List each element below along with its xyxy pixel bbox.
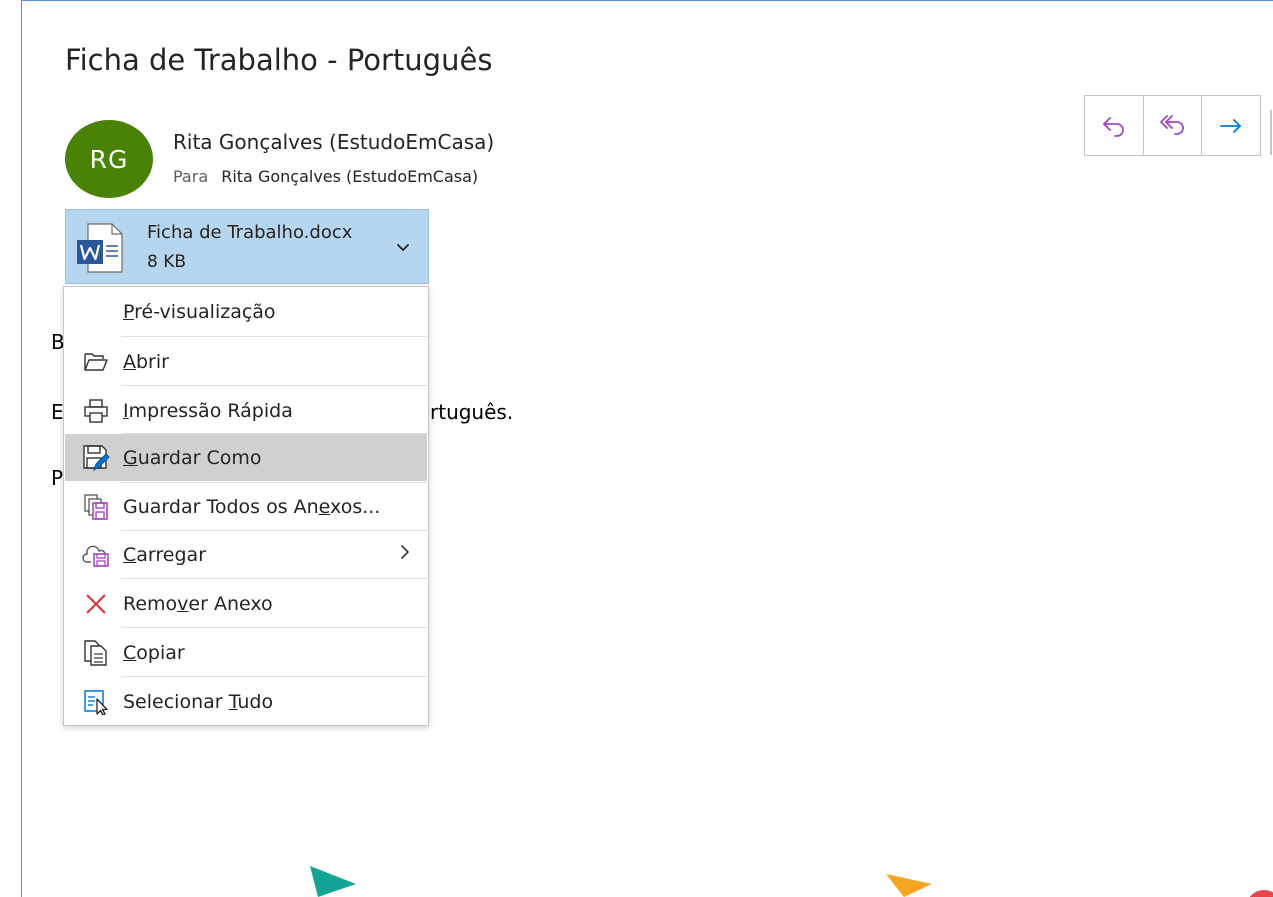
forward-button[interactable] [1202,96,1260,155]
menu-label-select-all: Selecionar Tudo [123,690,274,713]
attachment-size: 8 KB [147,252,187,272]
to-label: Para [173,167,209,186]
chevron-down-icon [397,244,409,251]
menu-item-save-all[interactable]: Guardar Todos os Anexos... [65,483,427,530]
menu-separator [121,627,427,628]
avatar-initials: RG [89,144,129,174]
attachment-context-menu: Pré-visualização Abrir Impressão Rápida [63,286,429,726]
menu-separator [121,336,427,337]
menu-separator [121,385,427,386]
menu-item-remove-attachment[interactable]: Remover Anexo [65,580,427,627]
menu-item-select-all[interactable]: Selecionar Tudo [65,678,427,725]
reply-all-button[interactable] [1144,96,1203,155]
body-line-2-end: rtuguês. [430,400,514,424]
printer-icon [82,397,110,425]
copy-icon [82,639,110,667]
message-actions [1084,95,1261,156]
reply-all-icon [1159,114,1184,135]
attachment-menu-button[interactable] [388,236,418,260]
menu-separator [121,676,427,677]
save-all-icon [82,493,110,521]
word-document-icon [76,222,126,278]
menu-item-save-as[interactable]: Guardar Como [65,434,427,481]
decorative-orange-triangle [886,874,932,897]
forward-icon [1220,118,1242,133]
menu-item-upload[interactable]: Carregar [65,531,427,578]
email-subject: Ficha de Trabalho - Português [65,43,493,77]
menu-label-copy: Copiar [123,641,185,664]
chevron-right-icon [399,543,411,566]
menu-label-preview: Pré-visualização [123,300,276,323]
menu-label-save-all: Guardar Todos os Anexos... [123,495,381,518]
decorative-red-circle [1249,890,1273,897]
sender-avatar[interactable]: RG [65,120,153,198]
menu-label-remove-attachment: Remover Anexo [123,592,273,615]
attachment-card[interactable]: Ficha de Trabalho.docx 8 KB [65,209,429,284]
window-top-border [21,0,1273,1]
menu-item-preview[interactable]: Pré-visualização [65,288,427,335]
window-left-border [21,0,22,897]
attachment-name: Ficha de Trabalho.docx [147,222,353,243]
remove-icon [82,590,110,618]
menu-separator [121,578,427,579]
menu-label-quick-print: Impressão Rápida [123,399,293,422]
cloud-upload-icon [82,541,110,569]
menu-label-open: Abrir [123,350,169,373]
body-line-2-start: E [51,400,64,424]
menu-item-quick-print[interactable]: Impressão Rápida [65,387,427,434]
folder-open-icon [82,348,110,376]
recipient-row: Para Rita Gonçalves (EstudoEmCasa) [173,167,478,186]
body-line-3: P [51,466,64,490]
recipient-name[interactable]: Rita Gonçalves (EstudoEmCasa) [221,167,478,186]
sender-name[interactable]: Rita Gonçalves (EstudoEmCasa) [173,130,494,154]
decorative-teal-triangle [310,866,356,897]
menu-item-open[interactable]: Abrir [65,338,427,385]
reply-icon [1102,116,1124,137]
menu-item-copy[interactable]: Copiar [65,629,427,676]
save-as-icon [82,444,110,472]
select-all-icon [82,688,110,716]
menu-label-upload: Carregar [123,543,207,566]
toolbar-edge [1270,110,1272,155]
reply-button[interactable] [1085,96,1144,155]
menu-label-save-as: Guardar Como [123,446,262,469]
